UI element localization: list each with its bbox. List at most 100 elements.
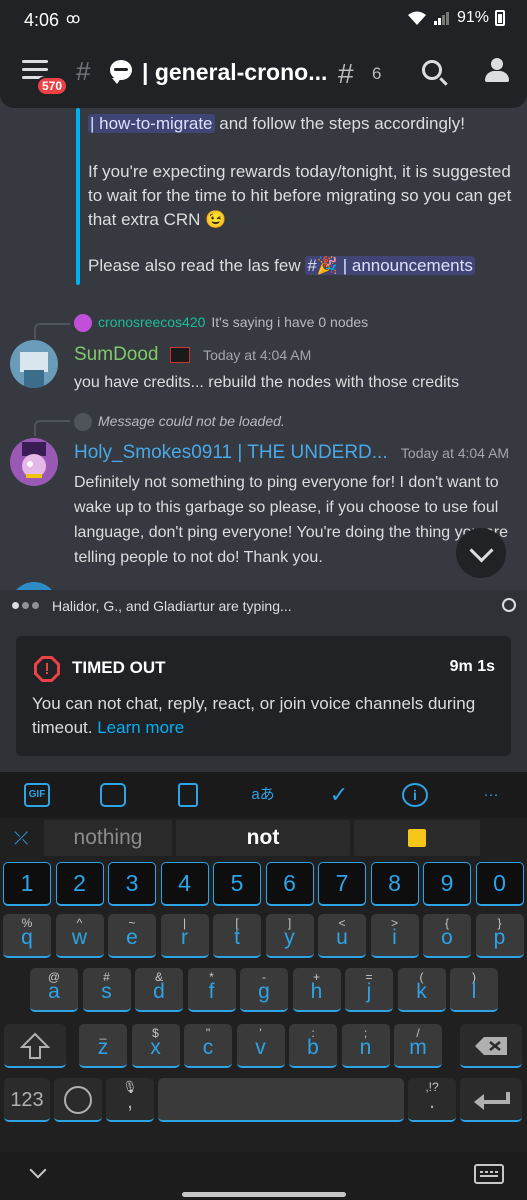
reply-reference[interactable]: cronosreecos420 It's saying i have 0 node… — [74, 314, 369, 333]
number-row: 1234567890 — [0, 862, 527, 912]
author-name[interactable]: Holy_Smokes0911 | THE UNDERD... — [74, 442, 388, 463]
members-icon[interactable] — [482, 58, 510, 84]
number-key[interactable]: 2 — [55, 862, 104, 906]
notification-badge: 570 — [36, 76, 69, 96]
number-key[interactable]: 4 — [160, 862, 209, 906]
avatar[interactable] — [10, 340, 58, 388]
letter-key[interactable]: + h — [292, 968, 341, 1012]
letter-key[interactable]: = j — [345, 968, 393, 1012]
keyboard-switch-icon[interactable] — [474, 1164, 504, 1184]
letter-key[interactable]: < u — [318, 914, 366, 958]
shift-key[interactable] — [4, 1024, 66, 1068]
key-label: p — [493, 926, 506, 949]
backspace-key[interactable] — [460, 1024, 522, 1068]
number-key[interactable]: 0 — [475, 862, 524, 906]
letter-key[interactable]: > i — [370, 914, 419, 958]
channel-mention[interactable]: | how-to-migrate — [88, 114, 215, 133]
key-label: j — [366, 980, 372, 1003]
channel-header: 570 # | general-crono... # 6 — [0, 38, 527, 108]
letter-key[interactable]: " c — [184, 1024, 232, 1068]
letter-key[interactable]: % q — [3, 914, 51, 958]
suggestion-emoji[interactable] — [354, 820, 480, 856]
letter-key[interactable]: :b — [289, 1024, 337, 1068]
number-key[interactable]: 3 — [108, 862, 156, 906]
learn-more-link[interactable]: Learn more — [97, 718, 184, 737]
collapse-suggestions-icon[interactable]: ⤫ — [14, 828, 28, 849]
suggestion-word[interactable]: nothing — [44, 820, 172, 856]
space-key[interactable] — [158, 1078, 404, 1122]
scroll-to-bottom-button[interactable] — [456, 528, 506, 578]
note-emoji-icon — [408, 829, 426, 848]
reply-text: It's saying i have 0 nodes — [211, 314, 369, 330]
enter-key[interactable] — [460, 1078, 522, 1122]
letter-key[interactable]: ~ e — [108, 914, 156, 958]
avatar[interactable] — [10, 438, 58, 486]
number-key[interactable]: 1 — [3, 862, 51, 906]
info-icon[interactable]: i — [402, 783, 428, 807]
wink-emoji: 😉 — [205, 210, 227, 229]
letter-key[interactable]: (k — [397, 968, 446, 1012]
number-key[interactable]: 6 — [265, 862, 314, 906]
key-label: g — [258, 980, 270, 1003]
key-label: d — [153, 980, 165, 1003]
letter-key[interactable]: {o — [423, 914, 471, 958]
translate-icon[interactable]: aあ — [250, 783, 276, 807]
channel-mention[interactable]: #🎉 | announcements — [305, 256, 475, 275]
letter-key[interactable]: | r — [160, 914, 209, 958]
gif-icon[interactable]: GIF — [24, 783, 50, 807]
letter-key[interactable]: / m — [394, 1024, 442, 1068]
search-icon[interactable] — [422, 60, 442, 80]
message-list[interactable]: | how-to-migrate and follow the steps ac… — [0, 108, 527, 590]
emoji-key[interactable] — [54, 1078, 102, 1122]
message-header: SumDood Today at 4:04 AM — [74, 344, 311, 366]
letter-key[interactable]: $ x — [131, 1024, 180, 1068]
letter-key[interactable]: ] y — [265, 914, 314, 958]
suggestion-strip: ⤫ nothing not — [0, 818, 527, 858]
letter-key[interactable]: ^ w — [55, 914, 104, 958]
letter-key[interactable]: # s — [82, 968, 131, 1012]
key-label: n — [359, 1036, 372, 1059]
number-key[interactable]: 7 — [318, 862, 366, 906]
channel-hash-icon: # — [76, 56, 91, 86]
clipboard-icon[interactable] — [178, 783, 198, 807]
key-label: q — [21, 926, 33, 949]
voice-comma-key[interactable]: 🎙 , — [106, 1078, 154, 1122]
number-key[interactable]: 5 — [213, 862, 261, 906]
letter-key[interactable]: ; n — [341, 1024, 390, 1068]
author-name[interactable]: SumDood — [74, 344, 159, 365]
number-key[interactable]: 9 — [423, 862, 471, 906]
reply-reference: Message could not be loaded. — [74, 413, 285, 432]
more-icon[interactable]: ··· — [478, 783, 504, 807]
letter-key[interactable]: ) l — [450, 968, 498, 1012]
number-key[interactable]: 8 — [370, 862, 419, 906]
letter-key[interactable]: & d — [135, 968, 183, 1012]
threads-icon[interactable]: # — [338, 58, 354, 90]
sticker-icon[interactable] — [100, 783, 126, 807]
spellcheck-icon[interactable]: ✓ — [326, 783, 352, 807]
letter-key[interactable]: [t — [213, 914, 261, 958]
letter-key[interactable]: ' v — [236, 1024, 285, 1068]
letter-key[interactable]: _ z — [79, 1024, 127, 1068]
channel-name[interactable]: | general-crono... — [142, 59, 338, 86]
letter-key[interactable]: } p — [475, 914, 524, 958]
key-label: a — [48, 980, 60, 1003]
letter-key[interactable]: -g — [240, 968, 288, 1012]
hide-keyboard-icon[interactable] — [29, 1161, 47, 1179]
battery-icon — [495, 10, 505, 26]
key-row-1: % q ^ w ~ e | r[t] y < u > i{o} p — [0, 914, 527, 964]
symbols-key[interactable]: 123 — [4, 1078, 50, 1122]
key-label: z — [97, 1036, 109, 1059]
key-label: b — [307, 1036, 319, 1059]
reply-connector — [34, 323, 70, 339]
letter-key[interactable]: @ a — [30, 968, 78, 1012]
avatar[interactable] — [10, 582, 58, 590]
comma-label: , — [127, 1090, 133, 1113]
suggestion-word[interactable]: not — [176, 820, 350, 856]
key-label: r — [181, 926, 188, 949]
timestamp: Today at 4:04 AM — [400, 445, 510, 461]
key-label: t — [234, 926, 240, 949]
letter-key[interactable]: * f — [187, 968, 236, 1012]
message-header: Holy_Smokes0911 | THE UNDERD... Today at… — [74, 442, 509, 464]
home-pill[interactable] — [182, 1192, 346, 1197]
period-key[interactable]: ,!? . — [408, 1078, 456, 1122]
